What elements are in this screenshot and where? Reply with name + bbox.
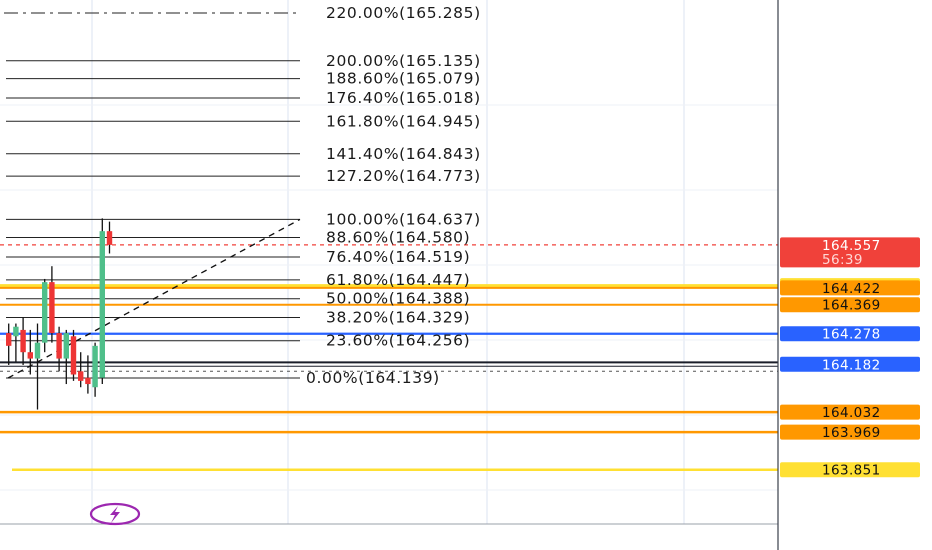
candle-body-down bbox=[78, 371, 84, 381]
price-badge: 164.369 bbox=[780, 297, 920, 314]
fib-level-label: 188.60%(165.079) bbox=[326, 70, 481, 88]
candle-body-up bbox=[99, 231, 105, 378]
fib-level-label: 141.40%(164.843) bbox=[326, 145, 481, 163]
price-badge: 164.278 bbox=[780, 326, 920, 343]
fib-level-label: 200.00%(165.135) bbox=[326, 52, 481, 70]
fib-level-label: 23.60%(164.256) bbox=[326, 332, 470, 350]
candle-body-down bbox=[6, 333, 12, 346]
fib-level-label: 76.40%(164.519) bbox=[326, 248, 470, 266]
price-badge: 164.182 bbox=[780, 356, 920, 373]
candle[interactable] bbox=[49, 266, 55, 343]
candle-body-down bbox=[49, 282, 55, 334]
candle[interactable] bbox=[106, 221, 113, 254]
candle-body-up bbox=[63, 333, 69, 359]
candle[interactable] bbox=[63, 329, 69, 385]
candle[interactable] bbox=[92, 342, 98, 397]
price-badge-label: 164.032 bbox=[822, 405, 881, 421]
candle[interactable] bbox=[70, 329, 77, 381]
fib-level-label: 161.80%(164.945) bbox=[326, 112, 481, 130]
fib-level-label: 220.00%(165.285) bbox=[326, 4, 481, 22]
fib-level-label: 88.60%(164.580) bbox=[326, 229, 470, 247]
candle-body-down bbox=[70, 336, 77, 375]
candle[interactable] bbox=[78, 352, 84, 388]
candle-body-up bbox=[13, 326, 19, 337]
fib-level-label: 176.40%(165.018) bbox=[326, 89, 481, 107]
countdown-label: 56:39 bbox=[822, 252, 863, 268]
candle[interactable] bbox=[42, 278, 48, 353]
markers[interactable] bbox=[89, 502, 141, 526]
fib-level-label: 61.80%(164.447) bbox=[326, 271, 470, 289]
candles[interactable] bbox=[6, 218, 113, 410]
price-badge: 163.851 bbox=[780, 462, 920, 479]
fib-level-label: 100.00%(164.637) bbox=[326, 210, 481, 228]
candle-body-down bbox=[27, 352, 33, 359]
price-badge-label: 164.369 bbox=[822, 298, 881, 314]
candle-body-up bbox=[92, 345, 98, 388]
fib-level-label: 50.00%(164.388) bbox=[326, 290, 470, 308]
price-badge-label: 164.422 bbox=[822, 281, 881, 297]
candle[interactable] bbox=[85, 355, 91, 394]
fibonacci-levels[interactable]: 220.00%(165.285) 200.00%(165.135)188.60%(… bbox=[4, 4, 481, 387]
price-badge-label: 163.969 bbox=[822, 425, 881, 441]
candle[interactable] bbox=[27, 329, 33, 375]
price-chart[interactable]: 220.00%(165.285) 200.00%(165.135)188.60%(… bbox=[0, 0, 932, 550]
candle[interactable] bbox=[6, 323, 12, 365]
candle-body-down bbox=[85, 377, 91, 385]
candle[interactable] bbox=[20, 317, 26, 365]
fib-level-label: 38.20%(164.329) bbox=[326, 308, 470, 326]
lightning-icon[interactable] bbox=[89, 502, 141, 526]
fib-level-label: 127.20%(164.773) bbox=[326, 167, 481, 185]
candle[interactable] bbox=[13, 323, 19, 362]
price-badge-label: 164.182 bbox=[822, 357, 881, 373]
candle[interactable] bbox=[99, 218, 105, 385]
fib-level-label: 0.00%(164.139) bbox=[306, 369, 440, 387]
price-badge-label: 164.278 bbox=[822, 327, 881, 343]
candle-body-up bbox=[34, 342, 41, 359]
candle-body-down bbox=[106, 231, 113, 245]
lightning-glyph bbox=[110, 506, 120, 523]
price-badge: 164.422 bbox=[780, 280, 920, 297]
candle-body-up bbox=[42, 282, 48, 343]
candle[interactable] bbox=[56, 326, 62, 372]
price-badge: 164.55756:39 bbox=[780, 237, 920, 268]
candle-body-down bbox=[20, 329, 26, 353]
price-badge-label: 163.851 bbox=[822, 463, 881, 479]
price-badge: 163.969 bbox=[780, 424, 920, 441]
candle-body-down bbox=[56, 333, 62, 359]
price-badge: 164.032 bbox=[780, 404, 920, 421]
